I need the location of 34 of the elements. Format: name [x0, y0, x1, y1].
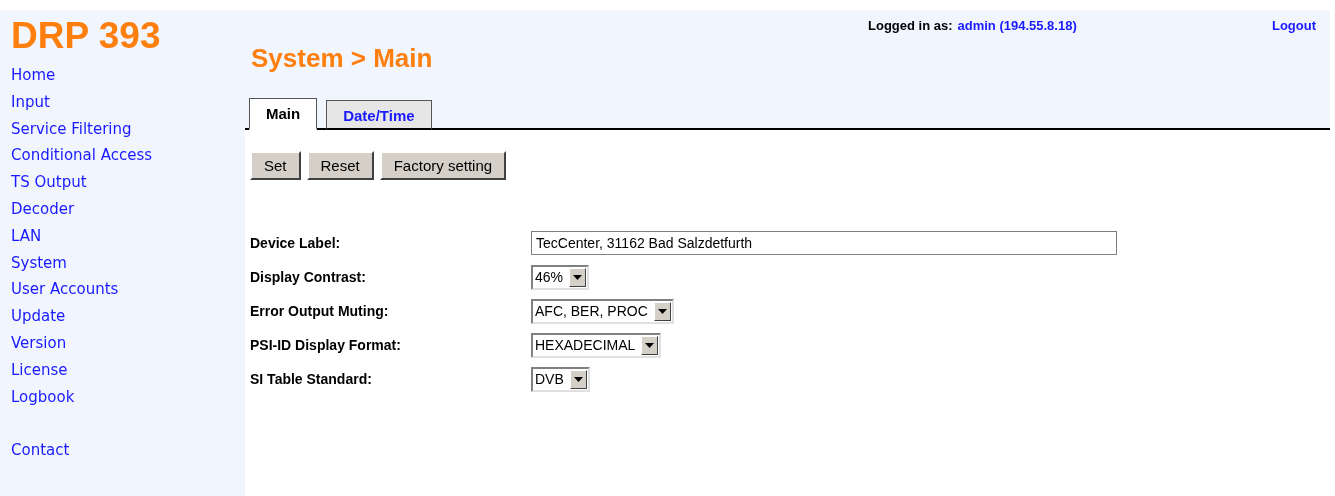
- dropdown[interactable]: AFC, BER, PROC: [531, 298, 674, 324]
- page-title: System > Main: [251, 43, 434, 74]
- action-button[interactable]: Set: [250, 151, 301, 180]
- sidebar-link[interactable]: Logbook: [11, 383, 75, 411]
- login-label: Logged in as:: [868, 18, 953, 33]
- sidebar-link[interactable]: System: [11, 249, 67, 277]
- action-button[interactable]: Factory setting: [379, 151, 507, 180]
- sidebar-link[interactable]: Version: [11, 329, 67, 357]
- logo-title: DRP 393: [11, 16, 161, 56]
- sidebar-link[interactable]: Service Filtering: [11, 115, 132, 143]
- sidebar-link[interactable]: Home: [11, 62, 56, 89]
- field-label: Device Label:: [250, 235, 342, 251]
- field-label: SI Table Standard:: [250, 371, 373, 387]
- sidebar-link[interactable]: Update: [11, 303, 66, 330]
- sidebar-link[interactable]: Contact: [11, 437, 70, 464]
- input-field[interactable]: TecCenter, 31162 Bad Salzdetfurth: [531, 231, 1117, 255]
- sidebar-link[interactable]: Input: [11, 88, 50, 116]
- action-button[interactable]: Reset: [306, 151, 374, 180]
- logout-link[interactable]: Logout: [1271, 18, 1316, 33]
- sidebar-link[interactable]: User Accounts: [11, 276, 119, 304]
- dropdown[interactable]: DVB: [531, 366, 590, 392]
- field-label: Error Output Muting:: [250, 303, 390, 319]
- sidebar-link[interactable]: Conditional Access: [11, 142, 153, 170]
- tab[interactable]: Date/Time: [326, 100, 432, 130]
- dropdown[interactable]: HEXADECIMAL: [531, 332, 662, 358]
- field-label: PSI-ID Display Format:: [250, 337, 402, 353]
- tab[interactable]: Main: [249, 98, 318, 130]
- field-label: Display Contrast:: [250, 269, 367, 285]
- sidebar-link[interactable]: TS Output: [11, 169, 87, 196]
- sidebar-link[interactable]: Decoder: [11, 196, 75, 223]
- user-link[interactable]: admin (194.55.8.18): [957, 18, 1077, 33]
- sidebar-link[interactable]: LAN: [11, 222, 42, 250]
- dropdown[interactable]: 46%: [531, 264, 590, 290]
- sidebar-link[interactable]: License: [11, 356, 68, 384]
